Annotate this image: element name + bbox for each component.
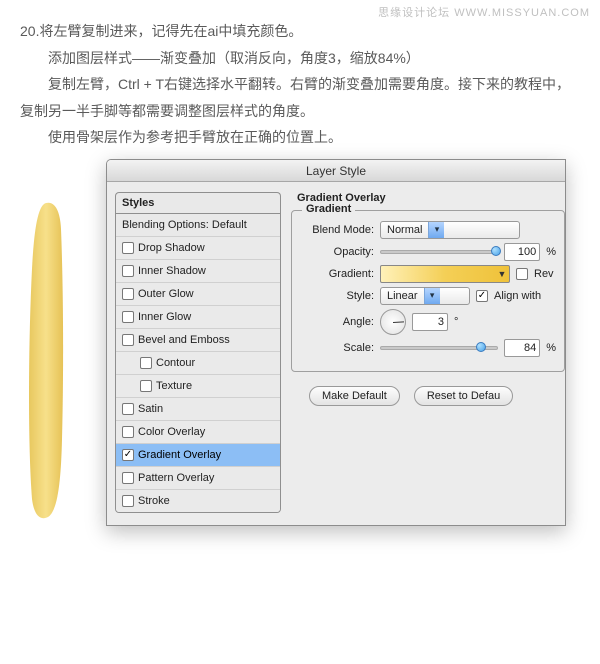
checkbox[interactable] [122,472,134,484]
scale-input[interactable]: 84 [504,339,540,357]
angle-label: Angle: [300,316,374,328]
style-label: Style: [300,290,374,302]
inner-glow-row[interactable]: Inner Glow [116,305,280,328]
gradient-label: Gradient: [300,268,374,280]
color-overlay-row[interactable]: Color Overlay [116,420,280,443]
gradient-row: Gradient: ▼ Rev [300,265,556,283]
label: Satin [138,403,163,415]
contour-row[interactable]: Contour [116,351,280,374]
label: Bevel and Emboss [138,334,230,346]
slider-thumb[interactable] [476,342,486,352]
style-row: Style: Linear ▾ ✓ Align with [300,287,556,305]
scale-slider[interactable] [380,346,498,350]
align-checkbox[interactable]: ✓ [476,290,488,302]
styles-list: Blending Options: Default Drop Shadow In… [115,213,281,513]
drop-shadow-row[interactable]: Drop Shadow [116,236,280,259]
reverse-checkbox[interactable] [516,268,528,280]
opacity-label: Opacity: [300,246,374,258]
checkbox[interactable] [122,495,134,507]
bevel-emboss-row[interactable]: Bevel and Emboss [116,328,280,351]
blending-options-row[interactable]: Blending Options: Default [116,214,280,236]
layer-style-dialog: Layer Style Styles Blending Options: Def… [106,159,566,526]
checkbox-checked[interactable]: ✓ [122,449,134,461]
blend-mode-select[interactable]: Normal ▾ [380,221,520,239]
checkbox[interactable] [122,288,134,300]
checkbox[interactable] [122,426,134,438]
blend-mode-row: Blend Mode: Normal ▾ [300,221,556,239]
satin-row[interactable]: Satin [116,397,280,420]
blend-mode-label: Blend Mode: [300,224,374,236]
inner-shadow-row[interactable]: Inner Shadow [116,259,280,282]
style-value: Linear [381,290,424,302]
checkbox[interactable] [140,357,152,369]
reverse-label: Rev [534,268,554,280]
angle-input[interactable]: 3 [412,313,448,331]
watermark: 思缘设计论坛 WWW.MISSYUAN.COM [378,4,590,20]
label: Pattern Overlay [138,472,214,484]
dropdown-arrow-icon: ▾ [428,222,444,238]
checkbox[interactable] [122,265,134,277]
gradient-fieldset: Gradient Blend Mode: Normal ▾ Opacity: [291,210,565,372]
settings-column: Gradient Overlay Gradient Blend Mode: No… [291,192,565,513]
opacity-row: Opacity: 100 % [300,243,556,261]
checkbox[interactable] [140,380,152,392]
label: Contour [156,357,195,369]
label: Color Overlay [138,426,205,438]
outer-glow-row[interactable]: Outer Glow [116,282,280,305]
button-row: Make Default Reset to Defau [291,386,565,406]
checkbox[interactable] [122,311,134,323]
checkbox[interactable] [122,334,134,346]
gradient-overlay-row[interactable]: ✓ Gradient Overlay [116,443,280,466]
paragraph-3: 复制左臂，Ctrl + T右键选择水平翻转。右臂的渐变叠加需要角度。接下来的教程… [20,71,580,124]
checkbox[interactable] [122,403,134,415]
stroke-row[interactable]: Stroke [116,489,280,512]
label: Drop Shadow [138,242,205,254]
dial-hand [393,321,404,323]
paragraph-2: 添加图层样式——渐变叠加（取消反向，角度3，缩放84%） [20,45,580,72]
dropdown-arrow-icon: ▼ [495,266,509,282]
label: Gradient Overlay [138,449,221,461]
dropdown-arrow-icon: ▾ [424,288,440,304]
styles-header[interactable]: Styles [115,192,281,213]
blend-mode-value: Normal [381,224,428,236]
label: Stroke [138,495,170,507]
label: Texture [156,380,192,392]
scale-unit: % [546,342,556,354]
label: Inner Shadow [138,265,206,277]
pattern-overlay-row[interactable]: Pattern Overlay [116,466,280,489]
checkbox[interactable] [122,242,134,254]
angle-unit: ° [454,316,458,328]
make-default-button[interactable]: Make Default [309,386,400,406]
sub-title: Gradient [302,203,355,215]
gradient-swatch[interactable]: ▼ [380,265,510,283]
slider-thumb[interactable] [491,246,501,256]
angle-dial[interactable] [380,309,406,335]
opacity-input[interactable]: 100 [504,243,540,261]
opacity-unit: % [546,246,556,258]
paragraph-4: 使用骨架层作为参考把手臂放在正确的位置上。 [20,124,580,151]
align-label: Align with [494,290,541,302]
paragraph-1: 20.将左臂复制进来，记得先在ai中填充颜色。 [20,18,580,45]
reset-default-button[interactable]: Reset to Defau [414,386,513,406]
style-select[interactable]: Linear ▾ [380,287,470,305]
texture-row[interactable]: Texture [116,374,280,397]
dialog-title: Layer Style [107,160,565,182]
scale-row: Scale: 84 % [300,339,556,357]
opacity-slider[interactable] [380,250,498,254]
angle-row: Angle: 3 ° [300,309,556,335]
label: Outer Glow [138,288,194,300]
scale-label: Scale: [300,342,374,354]
styles-column: Styles Blending Options: Default Drop Sh… [115,192,281,513]
article-text: 20.将左臂复制进来，记得先在ai中填充颜色。 添加图层样式——渐变叠加（取消反… [0,0,600,151]
label: Inner Glow [138,311,191,323]
arm-illustration [16,199,76,519]
